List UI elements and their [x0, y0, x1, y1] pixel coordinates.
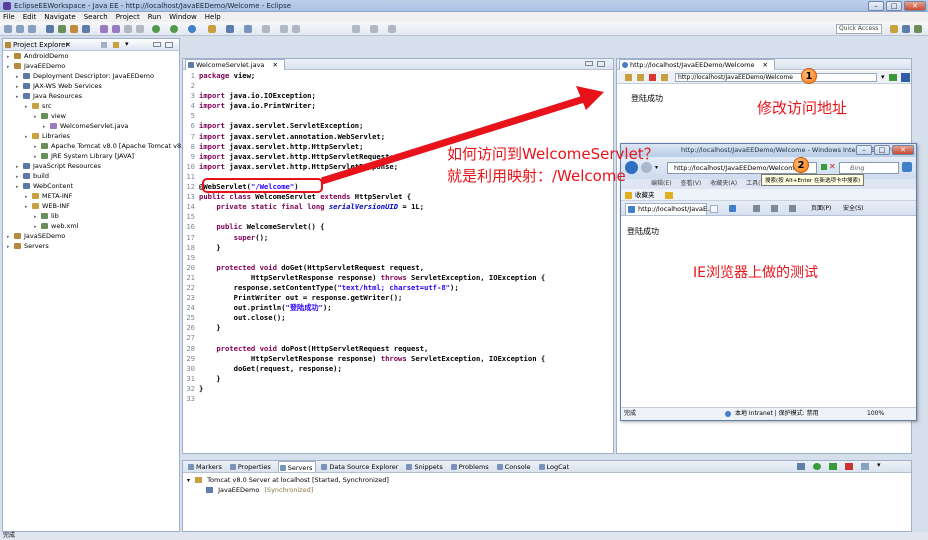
annotation-ie-test: IE浏览器上做的测试	[693, 265, 818, 281]
annotation-modify-address: 修改访问地址	[757, 99, 848, 117]
badge-1: 1	[801, 68, 817, 84]
annotation-answer: 就是利用映射：/Welcome	[447, 167, 626, 185]
annotation-question: 如何访问到WelcomeServlet？	[447, 145, 659, 163]
badge-2: 2	[793, 157, 809, 173]
